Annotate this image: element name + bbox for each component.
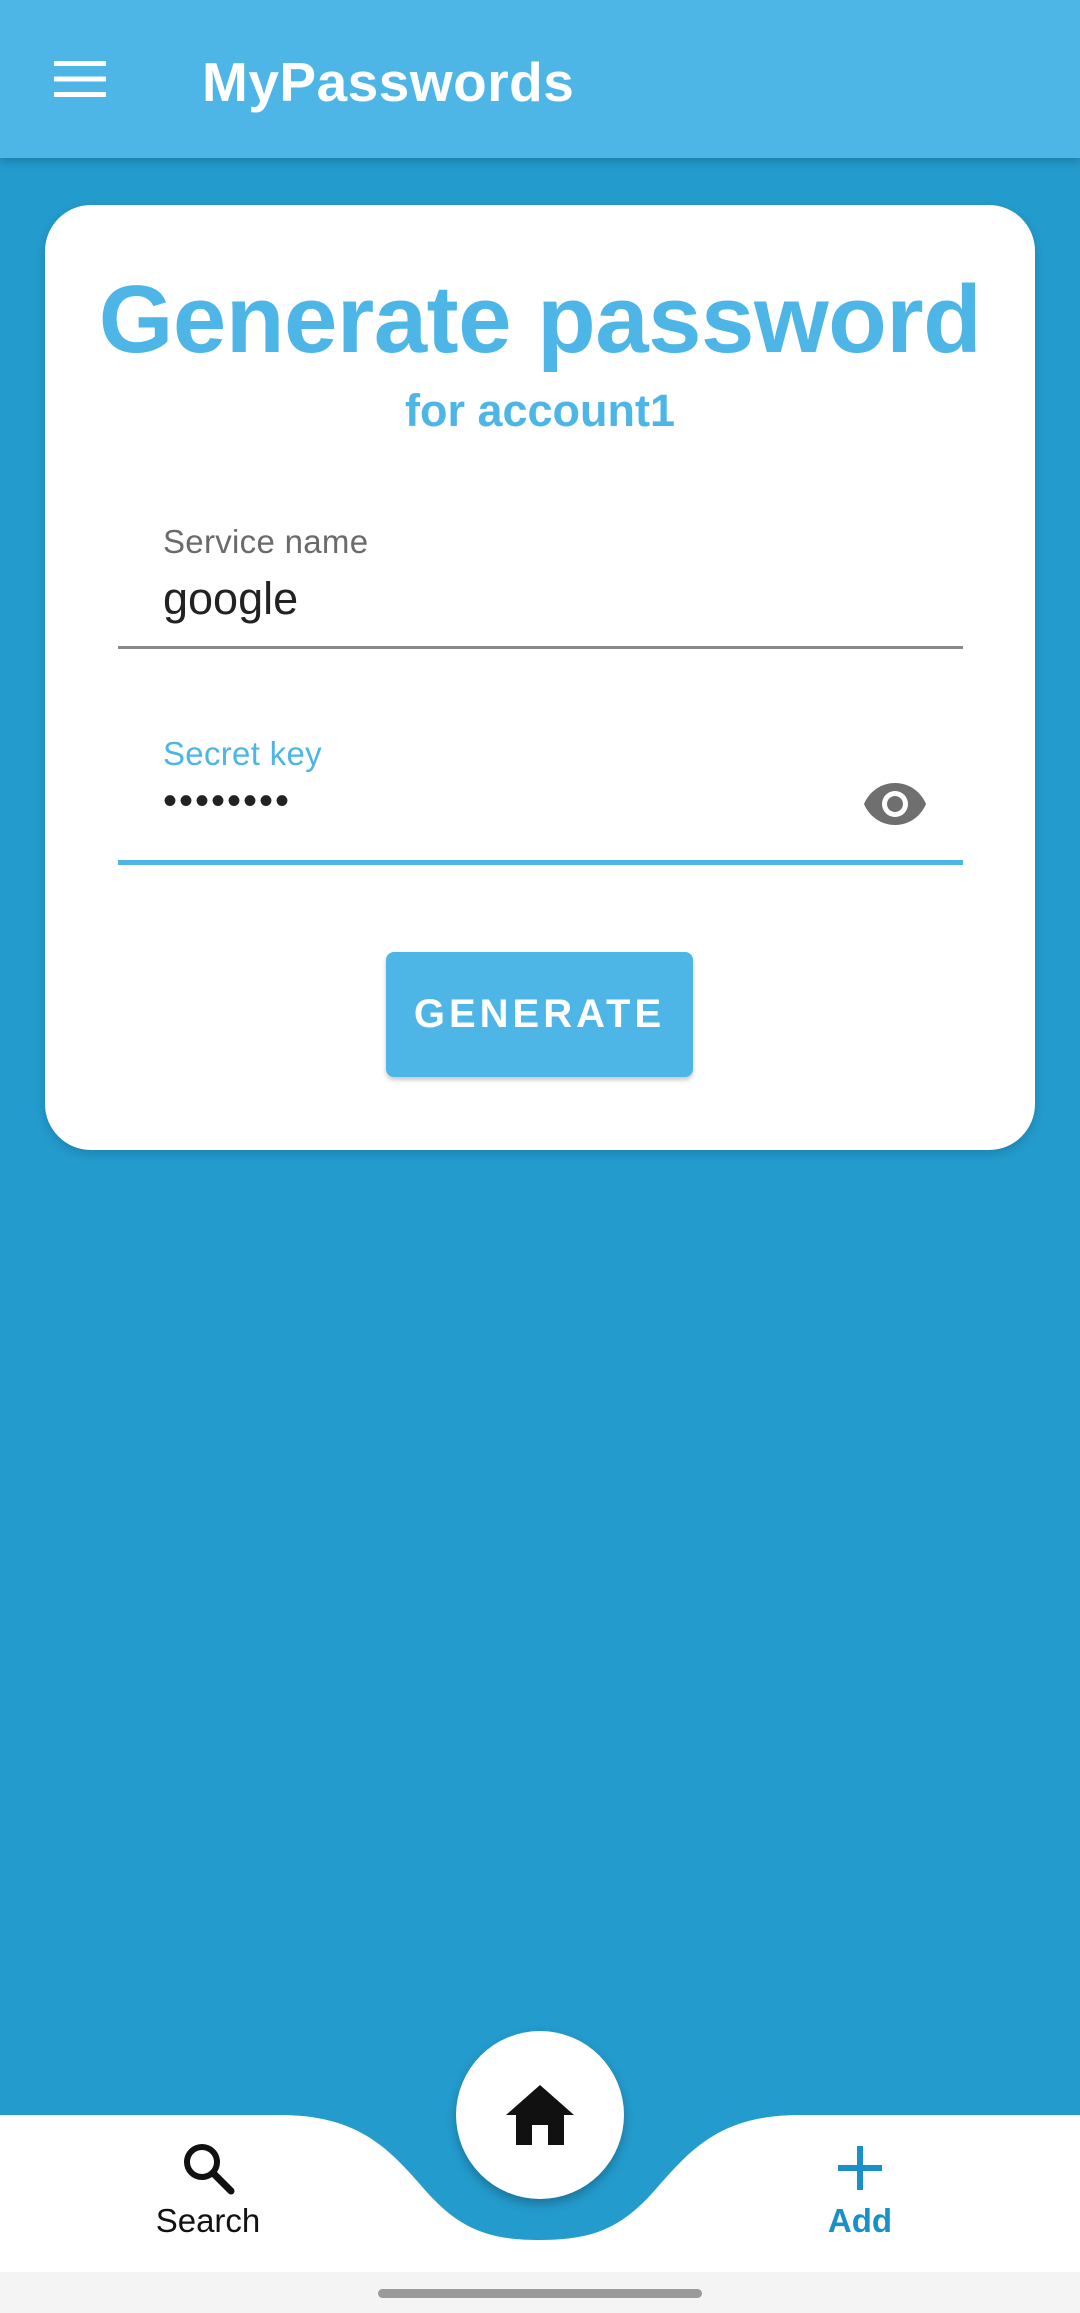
secret-key-input[interactable]: •••••••• xyxy=(163,779,291,824)
eye-icon xyxy=(864,783,926,825)
nav-search-label: Search xyxy=(155,2202,261,2239)
nav-add[interactable]: Add xyxy=(730,2140,990,2270)
generate-button[interactable]: GENERATE xyxy=(386,952,693,1077)
plus-icon xyxy=(838,2146,882,2190)
search-icon xyxy=(184,2144,235,2195)
menu-icon xyxy=(54,61,106,97)
service-name-input[interactable]: google xyxy=(163,573,298,625)
toggle-visibility-button[interactable] xyxy=(860,769,930,839)
app-bar: MyPasswords xyxy=(0,0,1080,158)
secret-key-underline xyxy=(118,860,963,865)
service-name-underline xyxy=(118,646,963,649)
secret-key-label: Secret key xyxy=(163,735,322,772)
nav-add-label: Add xyxy=(827,2202,893,2239)
card-subtitle: for account1 xyxy=(404,385,676,436)
system-gesture-bar xyxy=(0,2272,1080,2313)
service-name-field[interactable]: Service name google xyxy=(118,515,963,660)
gesture-handle[interactable] xyxy=(378,2289,702,2298)
home-button[interactable] xyxy=(456,2031,624,2199)
service-name-label: Service name xyxy=(163,523,369,560)
card-title: Generate password xyxy=(98,266,982,373)
home-icon xyxy=(506,2085,574,2145)
secret-key-field[interactable]: Secret key •••••••• xyxy=(118,727,963,872)
nav-search[interactable]: Search xyxy=(78,2140,338,2270)
generate-password-card: Generate password for account1 Service n… xyxy=(45,205,1035,1150)
menu-button[interactable] xyxy=(30,35,130,123)
app-title: MyPasswords xyxy=(202,51,575,113)
